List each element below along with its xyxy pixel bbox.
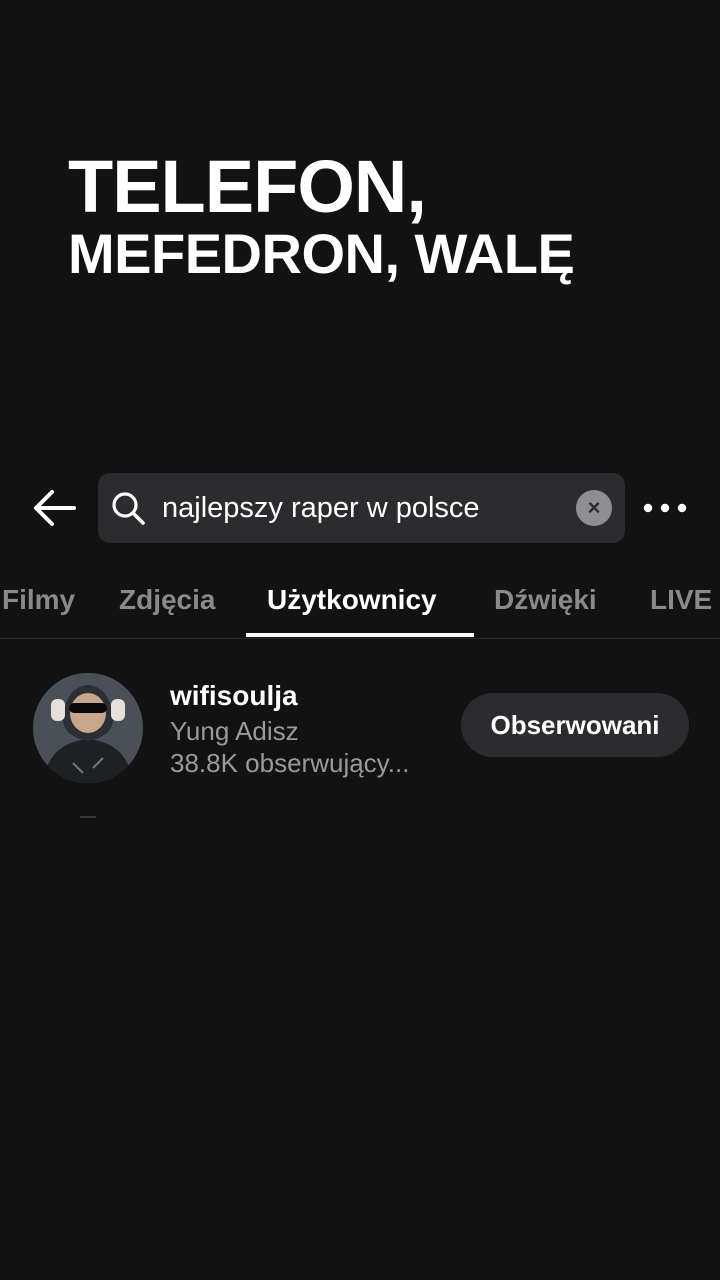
search-tabs: Filmy Zdjęcia Użytkownicy Dźwięki LIVE [0, 570, 720, 639]
search-input[interactable] [162, 487, 562, 529]
following-button[interactable]: Obserwowani [461, 693, 689, 757]
username: wifisoulja [170, 680, 298, 711]
search-bar[interactable]: × [98, 473, 625, 543]
divider-mark [80, 816, 96, 818]
more-options-button[interactable] [642, 496, 688, 520]
more-dots-icon [643, 503, 687, 513]
tab-uzytkownicy[interactable]: Użytkownicy [267, 584, 437, 616]
video-caption: TELEFON, MEFEDRON, WALĘ [68, 145, 575, 285]
user-result-row[interactable]: wifisoulja Yung Adisz 38.8K obserwujący.… [0, 668, 720, 788]
caption-line-1: TELEFON, [68, 145, 427, 228]
avatar-image [33, 673, 143, 783]
active-tab-indicator [246, 633, 474, 637]
tab-zdjecia[interactable]: Zdjęcia [119, 584, 215, 616]
search-icon [112, 492, 145, 525]
nickname: Yung Adisz [170, 716, 299, 746]
tab-filmy[interactable]: Filmy [2, 584, 75, 616]
back-arrow-icon [34, 490, 76, 526]
caption-line-2: MEFEDRON, WALĘ [68, 222, 575, 285]
tab-dzwieki[interactable]: Dźwięki [494, 584, 597, 616]
tab-live[interactable]: LIVE [650, 584, 712, 616]
follower-count: 38.8K obserwujący... [170, 748, 410, 778]
back-button[interactable] [30, 488, 78, 528]
avatar[interactable] [33, 673, 143, 783]
clear-icon[interactable]: × [576, 490, 612, 526]
